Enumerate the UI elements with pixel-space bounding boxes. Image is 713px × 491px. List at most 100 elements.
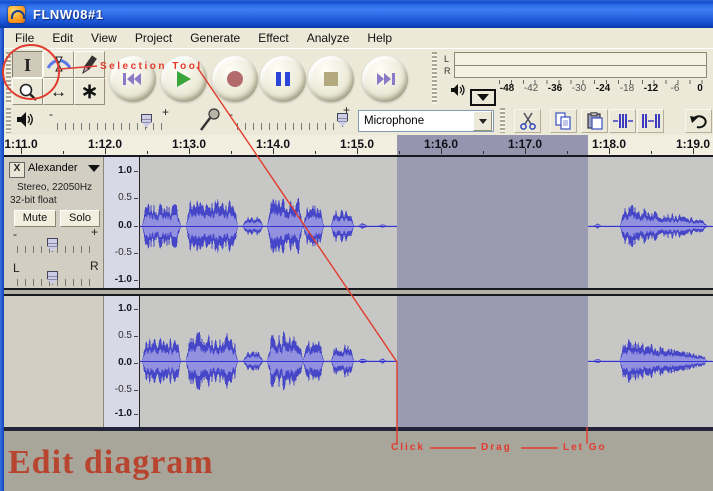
pan-left-label: L: [13, 262, 20, 274]
zoom-tool-icon: [18, 82, 38, 102]
copy-icon: [554, 112, 573, 130]
track-name[interactable]: Alexander: [28, 162, 78, 174]
track-format: Stereo, 22050Hz: [17, 182, 92, 193]
meter-right-label: R: [444, 67, 451, 76]
track-bitdepth: 32-bit float: [10, 195, 57, 206]
menu-file[interactable]: File: [6, 29, 43, 48]
output-volume-max: +: [162, 106, 169, 118]
undo-icon: [689, 112, 709, 130]
stop-button[interactable]: [308, 56, 354, 102]
output-speaker-icon: [16, 111, 36, 128]
record-button[interactable]: [212, 56, 258, 102]
trim-icon: [613, 112, 633, 130]
menu-help[interactable]: Help: [358, 29, 401, 48]
selection-region: [397, 157, 588, 288]
scale-value: 0.5: [118, 192, 132, 203]
scale-value: -0.5: [115, 247, 132, 258]
draw-tool-icon: [80, 55, 100, 75]
meter-toolbar-grip[interactable]: [432, 52, 437, 104]
drag-annotation: Drag: [481, 442, 512, 453]
skip-to-start-icon: [122, 71, 144, 87]
output-level-meter[interactable]: [454, 52, 707, 78]
ruler-label: 1:11.0: [4, 137, 45, 151]
skip-to-end-icon: [374, 71, 396, 87]
menu-project[interactable]: Project: [126, 29, 181, 48]
menu-analyze[interactable]: Analyze: [298, 29, 359, 48]
meter-left-label: L: [444, 55, 449, 64]
channel-divider[interactable]: [4, 288, 713, 296]
click-annotation: Click: [391, 442, 425, 453]
skip-to-end-button[interactable]: [362, 56, 408, 102]
silence-icon: [641, 112, 661, 130]
undo-button[interactable]: [685, 109, 712, 133]
ruler-label: 1:19.0: [669, 137, 713, 151]
audacity-window: FLNW08#1 File Edit View Project Generate…: [0, 0, 713, 491]
record-icon: [226, 70, 244, 88]
selection-tool-annotation: Selection Tool: [100, 61, 203, 72]
tools-toolbar-grip[interactable]: [6, 52, 11, 104]
scale-value: -0.5: [115, 384, 132, 395]
meter-scale-value: 0: [687, 83, 713, 94]
selection-region: [397, 296, 588, 427]
silence-button[interactable]: [637, 109, 664, 133]
mute-button[interactable]: Mute: [14, 210, 56, 227]
input-volume-slider[interactable]: [237, 123, 341, 130]
selection-tool-icon: I: [24, 56, 31, 74]
audacity-logo-icon: [8, 6, 25, 23]
meter-scale-value: -12: [638, 83, 664, 94]
letgo-annotation: Let Go: [563, 442, 607, 453]
menu-view[interactable]: View: [82, 29, 126, 48]
menu-generate[interactable]: Generate: [181, 29, 249, 48]
pan-right-label: R: [90, 260, 99, 272]
pause-button[interactable]: [260, 56, 306, 102]
waveform-left-channel[interactable]: [140, 157, 713, 288]
time-shift-tool-button[interactable]: ↔: [43, 78, 74, 105]
menu-effect[interactable]: Effect: [249, 29, 297, 48]
multi-tool-icon: ∗: [81, 81, 99, 102]
selection-tool-button[interactable]: I: [12, 51, 43, 78]
track-close-button[interactable]: X: [9, 162, 25, 178]
timeline-ruler[interactable]: 1:11.0 1:12.0 1:13.0 1:14.0 1:15.0 1:16.…: [4, 135, 713, 156]
scale-value: -1.0: [115, 274, 132, 285]
gain-max-label: +: [91, 226, 98, 238]
cut-icon: [519, 112, 537, 130]
meter-divider: [455, 65, 706, 66]
paste-icon: [586, 112, 604, 130]
gain-min-label: -: [13, 228, 17, 240]
title-bar[interactable]: FLNW08#1: [0, 0, 713, 28]
edit-toolbar-grip[interactable]: [500, 108, 505, 133]
zoom-tool-button[interactable]: [12, 78, 43, 105]
meter-scale-value: -30: [566, 83, 592, 94]
meter-scale-value: -18: [614, 83, 640, 94]
pause-icon: [274, 70, 292, 88]
scale-value: 0.5: [118, 330, 132, 341]
paste-button[interactable]: [581, 109, 608, 133]
stop-icon: [322, 70, 340, 88]
input-source-dropdown-button[interactable]: [473, 111, 492, 131]
scale-value: 0.0: [118, 220, 132, 231]
mixer-toolbar-grip[interactable]: [6, 108, 11, 133]
meter-scale-value: -24: [590, 83, 616, 94]
waveform-right-channel[interactable]: [140, 296, 713, 427]
play-icon: [175, 70, 193, 88]
envelope-tool-button[interactable]: [43, 51, 74, 78]
track-menu-arrow-icon[interactable]: [88, 165, 100, 172]
scale-value: 1.0: [118, 165, 132, 176]
scale-value: 1.0: [118, 303, 132, 314]
input-source-dropdown[interactable]: Microphone: [358, 110, 494, 132]
scale-value: -1.0: [115, 408, 132, 419]
input-volume-min: -: [229, 108, 233, 120]
scale-value: 0.0: [118, 357, 132, 368]
meter-menu-button[interactable]: [470, 89, 496, 106]
menu-bar: File Edit View Project Generate Effect A…: [4, 28, 713, 49]
time-shift-tool-icon: ↔: [50, 83, 67, 100]
meter-speaker-icon: [450, 83, 466, 97]
meter-scale-value: -36: [542, 83, 568, 94]
multi-tool-button[interactable]: ∗: [74, 78, 105, 105]
trim-button[interactable]: [609, 109, 636, 133]
meter-scale-value: -48: [494, 83, 520, 94]
menu-edit[interactable]: Edit: [43, 29, 82, 48]
down-arrow-icon: [479, 119, 487, 124]
copy-button[interactable]: [550, 109, 577, 133]
cut-button[interactable]: [514, 109, 541, 133]
